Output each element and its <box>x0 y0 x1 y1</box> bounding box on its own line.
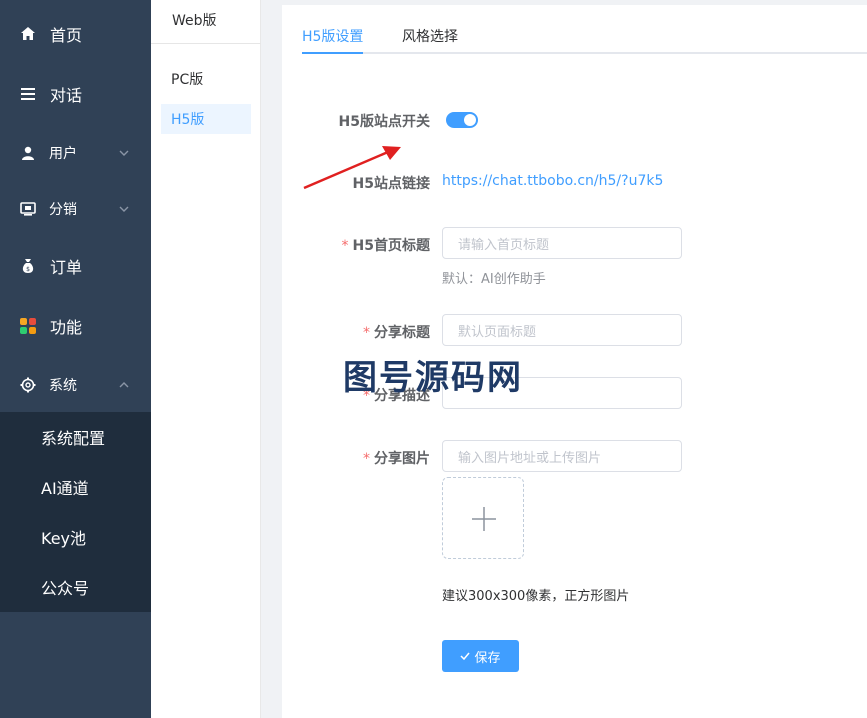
sidebar-item-home[interactable]: 首页 <box>0 6 151 62</box>
share-title-input[interactable]: 默认页面标题 <box>442 314 682 346</box>
title-input[interactable]: 请输入首页标题 <box>442 227 682 259</box>
sidebar-item-features[interactable]: 功能 <box>0 298 151 354</box>
image-uploader[interactable] <box>442 477 524 559</box>
gear-icon <box>20 377 36 393</box>
menu-icon <box>20 86 36 102</box>
apps-icon <box>20 318 36 334</box>
title-hint: 默认：AI创作助手 <box>442 272 546 287</box>
required-mark: * <box>341 238 349 254</box>
sidebar-item-label: 用户 <box>49 146 77 162</box>
plus-icon <box>472 507 496 531</box>
site-toggle[interactable] <box>446 112 478 128</box>
subnav-title: Web版 <box>151 0 261 44</box>
save-button-label: 保存 <box>474 650 501 666</box>
submenu-item-official-account[interactable]: 公众号 <box>0 562 151 612</box>
sidebar-item-label: 系统 <box>49 378 77 394</box>
upload-tip: 建议300x300像素，正方形图片 <box>442 589 630 604</box>
sidebar-item-chat[interactable]: 对话 <box>0 66 151 122</box>
subnav-item-pc[interactable]: PC版 <box>161 64 251 94</box>
money-bag-icon: $ <box>20 258 36 274</box>
system-submenu: 系统配置 AI通道 Key池 公众号 <box>0 412 151 612</box>
sidebar-item-users[interactable]: 用户 <box>0 125 151 181</box>
save-button[interactable]: 保存 <box>442 640 519 672</box>
sidebar-item-orders[interactable]: $ 订单 <box>0 238 151 294</box>
app-root: 首页 对话 用户 分销 $ 订单 功能 系统 系统配置 AI通道 Key池 公众… <box>0 0 867 718</box>
switch-label: H5版站点开关 <box>338 114 430 130</box>
submenu-item-ai-channel[interactable]: AI通道 <box>0 462 151 512</box>
toggle-knob <box>464 114 476 126</box>
share-title-label-text: 分享标题 <box>374 325 430 341</box>
submenu-item-system-config[interactable]: 系统配置 <box>0 412 151 462</box>
subnav: Web版 PC版 H5版 <box>151 0 261 718</box>
chevron-down-icon <box>119 206 129 212</box>
sidebar-item-label: 功能 <box>50 318 83 337</box>
subnav-item-h5[interactable]: H5版 <box>161 104 251 134</box>
watermark-logo: 图号源码网 <box>343 358 523 398</box>
sidebar-item-system[interactable]: 系统 <box>0 357 151 413</box>
title-label: * H5首页标题 <box>290 235 430 255</box>
submenu-item-key-pool[interactable]: Key池 <box>0 512 151 562</box>
sidebar-item-distribution[interactable]: 分销 <box>0 181 151 237</box>
required-mark: * <box>363 451 370 467</box>
sidebar-item-label: 订单 <box>50 258 83 277</box>
distribution-icon <box>20 201 36 217</box>
share-image-input[interactable]: 输入图片地址或上传图片 <box>442 440 682 472</box>
title-label-text: H5首页标题 <box>352 238 430 254</box>
tabs-bar: H5版设置 风格选择 <box>302 22 867 54</box>
share-title-label: * 分享标题 <box>290 322 430 342</box>
sidebar-item-label: 分销 <box>49 202 77 218</box>
share-image-label: * 分享图片 <box>290 448 430 468</box>
sidebar-item-label: 首页 <box>50 26 83 45</box>
svg-text:$: $ <box>26 266 30 273</box>
annotation-arrow-icon <box>303 146 401 190</box>
chevron-down-icon <box>119 150 129 156</box>
site-link[interactable]: https://chat.ttbobo.cn/h5/?u7k5 <box>442 173 663 189</box>
check-icon <box>460 652 471 660</box>
chevron-up-icon <box>119 382 129 388</box>
home-icon <box>20 26 36 42</box>
sidebar: 首页 对话 用户 分销 $ 订单 功能 系统 系统配置 AI通道 Key池 公众… <box>0 0 151 718</box>
sidebar-item-label: 对话 <box>50 86 83 105</box>
user-icon <box>20 145 36 161</box>
tab-h5-settings[interactable]: H5版设置 <box>302 26 363 46</box>
required-mark: * <box>363 325 370 341</box>
tab-style-select[interactable]: 风格选择 <box>402 26 458 46</box>
share-image-label-text: 分享图片 <box>374 451 430 467</box>
tab-active-indicator <box>302 52 363 54</box>
